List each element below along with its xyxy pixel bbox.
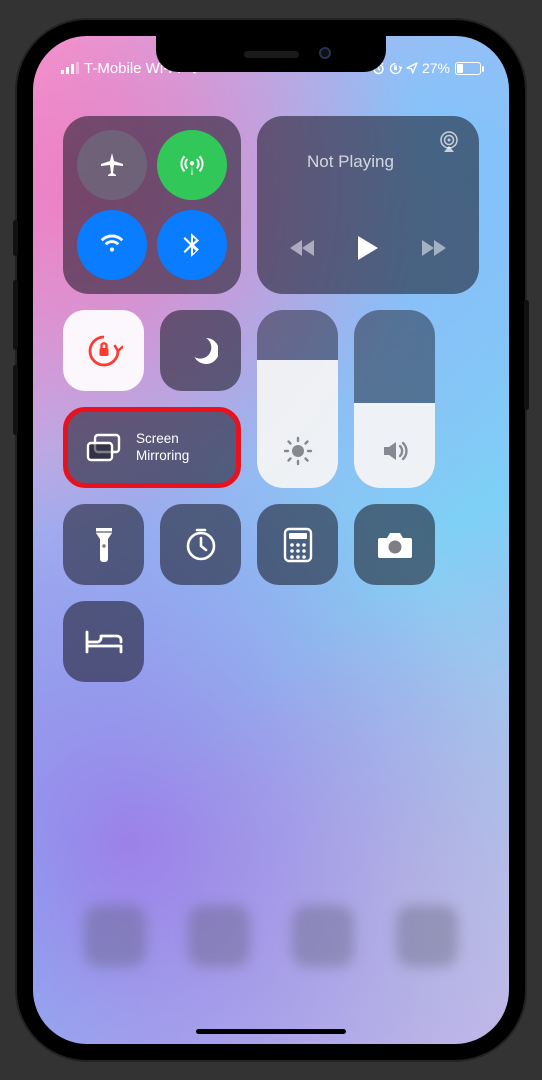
airplane-icon: [97, 150, 127, 180]
do-not-disturb-tile[interactable]: [160, 310, 241, 391]
battery-percent-label: 27%: [422, 60, 450, 76]
dock-app-blur: [84, 905, 146, 967]
battery-icon: [455, 62, 481, 75]
orientation-lock-icon: [85, 332, 123, 370]
orientation-lock-icon: [389, 62, 402, 75]
bed-icon: [84, 628, 124, 656]
notch: [156, 36, 386, 72]
wifi-toggle[interactable]: [77, 210, 147, 280]
status-right: 27%: [372, 60, 481, 76]
volume-up-button: [13, 280, 18, 350]
location-icon: [406, 62, 418, 74]
screen-mirroring-label-line2: Mirroring: [136, 448, 189, 464]
moon-icon: [184, 334, 218, 368]
media-title: Not Playing: [307, 152, 459, 172]
orientation-lock-tile[interactable]: [63, 310, 144, 391]
dock-app-blur: [292, 905, 354, 967]
play-button[interactable]: [356, 234, 380, 262]
previous-track-button[interactable]: [290, 238, 316, 258]
sleep-tile[interactable]: [63, 601, 144, 682]
dock-blur: [63, 886, 479, 986]
wifi-icon: [97, 230, 127, 260]
volume-down-button: [13, 365, 18, 435]
brightness-fill: [257, 360, 338, 488]
media-module[interactable]: Not Playing: [257, 116, 479, 294]
timer-tile[interactable]: [160, 504, 241, 585]
timer-icon: [183, 527, 219, 563]
screen: T-Mobile Wi-Fi 27%: [33, 36, 509, 1044]
calculator-icon: [283, 527, 313, 563]
connectivity-module[interactable]: [63, 116, 241, 294]
bluetooth-icon: [177, 230, 207, 260]
phone-frame: T-Mobile Wi-Fi 27%: [17, 20, 525, 1060]
speaker-grille: [244, 51, 299, 58]
volume-slider[interactable]: [354, 310, 435, 488]
next-track-button[interactable]: [420, 238, 446, 258]
mute-switch: [13, 220, 18, 256]
brightness-slider[interactable]: [257, 310, 338, 488]
airplay-audio-icon[interactable]: [437, 130, 461, 154]
screen-mirroring-label: Screen Mirroring: [136, 431, 189, 463]
media-controls: [277, 234, 459, 262]
cellular-antenna-icon: [177, 150, 207, 180]
bluetooth-toggle[interactable]: [157, 210, 227, 280]
screen-mirroring-tile[interactable]: Screen Mirroring: [63, 407, 241, 488]
screen-mirroring-icon: [86, 433, 122, 463]
cellular-data-toggle[interactable]: [157, 130, 227, 200]
camera-icon: [376, 530, 414, 560]
dock-app-blur: [188, 905, 250, 967]
flashlight-tile[interactable]: [63, 504, 144, 585]
power-button: [524, 300, 529, 410]
calculator-tile[interactable]: [257, 504, 338, 585]
screen-mirroring-label-line1: Screen: [136, 431, 189, 447]
volume-icon: [380, 436, 410, 466]
airplane-mode-toggle[interactable]: [77, 130, 147, 200]
dock-app-blur: [396, 905, 458, 967]
signal-icon: [61, 62, 79, 74]
flashlight-icon: [93, 526, 115, 564]
camera-tile[interactable]: [354, 504, 435, 585]
brightness-icon: [283, 436, 313, 466]
front-camera: [319, 47, 331, 59]
home-indicator[interactable]: [196, 1029, 346, 1034]
